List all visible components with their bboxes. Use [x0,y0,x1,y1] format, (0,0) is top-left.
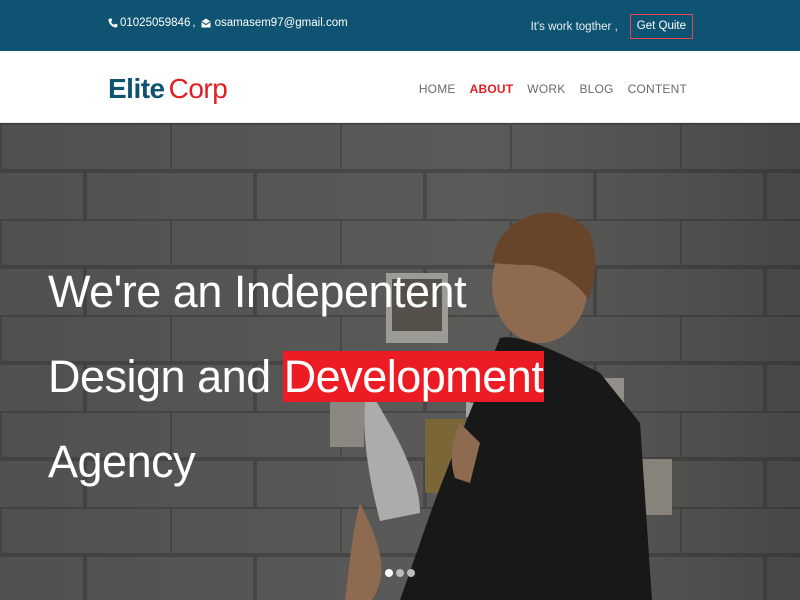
slider-dot-3[interactable] [407,569,415,577]
logo-text-elite: Elite [108,73,165,104]
hero-headline: We're an Indepentent Design and Developm… [48,249,545,504]
phone-number[interactable]: 01025059846 [120,17,190,29]
top-right-group: It's work togther , Get Quite [531,14,693,39]
envelope-icon [201,18,211,28]
logo[interactable]: Elite Corp [108,73,228,105]
hero-line-3: Agency [48,436,196,487]
phone-icon [108,18,118,28]
email-address[interactable]: osamasem97@gmail.com [215,17,348,29]
hero-highlight-word: Development [282,351,545,402]
hero-line-2-plain: Design and [48,351,271,402]
slider-dot-1[interactable] [385,569,393,577]
hero-line-2: Design and Development [48,334,545,419]
nav-item-home[interactable]: HOME [419,82,456,96]
tagline: It's work togther , [530,20,618,33]
logo-text-corp: Corp [168,73,228,104]
nav-item-content[interactable]: CONTENT [628,82,687,96]
top-bar: 01025059846 , osamasem97@gmail.com It's … [0,0,800,51]
nav-menu: HOME ABOUT WORK BLOG CONTENT [419,82,687,96]
nav-item-work[interactable]: WORK [527,82,565,96]
contact-info: 01025059846 , osamasem97@gmail.com [108,17,348,29]
slider-dot-2[interactable] [396,569,404,577]
slider-pagination [385,569,415,577]
contact-separator: , [192,17,196,29]
nav-item-blog[interactable]: BLOG [579,82,613,96]
hero-slider: We're an Indepentent Design and Developm… [0,123,800,600]
hero-line-1: We're an Indepentent [48,266,467,317]
nav-item-about[interactable]: ABOUT [470,82,514,96]
main-navbar: Elite Corp HOME ABOUT WORK BLOG CONTENT [0,51,800,123]
get-quote-button[interactable]: Get Quite [629,14,693,39]
